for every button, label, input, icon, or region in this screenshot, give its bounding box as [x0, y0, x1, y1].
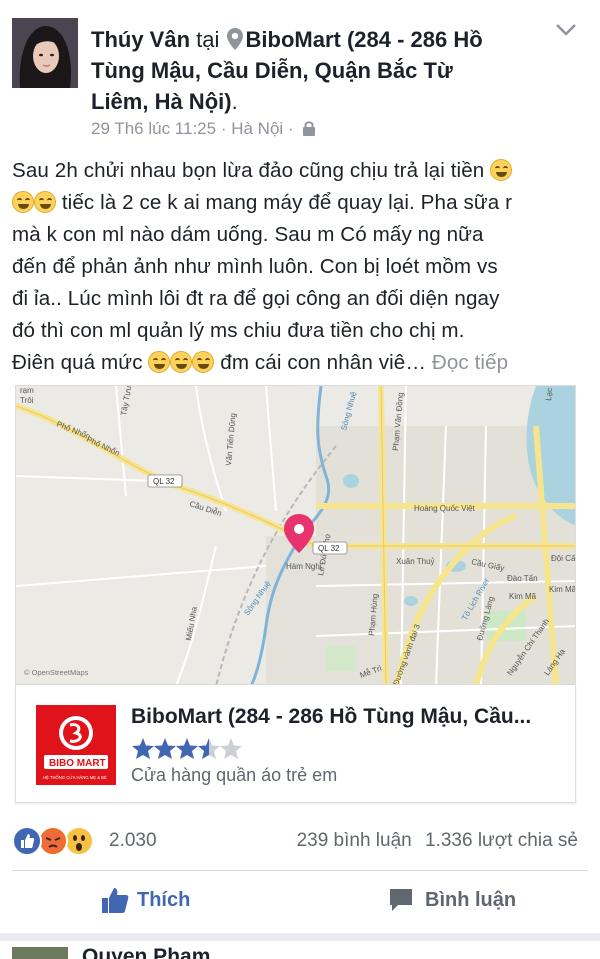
post-actions: Thích Bình luận	[0, 875, 600, 925]
location-pin-icon	[226, 28, 243, 50]
star-icon	[176, 738, 198, 759]
star-icon	[132, 738, 154, 759]
grin-emoji-icon	[12, 191, 34, 213]
feed-post: Thúy Vân tại BiboMart (284 - 286 Hồ Tùng …	[0, 0, 600, 933]
chevron-down-icon[interactable]	[555, 22, 577, 38]
at-word: tại	[196, 27, 220, 52]
ql32-shield: QL 32	[147, 474, 183, 488]
like-reaction-icon	[12, 826, 42, 856]
map-label: Đào Tấn	[507, 574, 538, 583]
next-author-name[interactable]: Quyen Pham	[82, 945, 210, 959]
body-line-1: Sau 2h chửi nhau bọn lừa đảo cũng chịu t…	[12, 155, 592, 187]
svg-text:QL 32: QL 32	[153, 477, 175, 486]
engagement-counts: 239 bình luận 1.336 lượt chia sẻ	[297, 830, 578, 852]
comment-count[interactable]: 239 bình luận	[297, 830, 412, 851]
body-line-4: đến để phản ảnh như mình luôn. Con bị lo…	[12, 255, 498, 278]
comment-button[interactable]: Bình luận	[388, 883, 516, 917]
laugh-emoji-icon	[148, 351, 171, 373]
body-line-3: mà k con ml nào dám uống. Sau m Có mấy n…	[12, 223, 484, 246]
bibomart-logo: BIBO MART HỆ THỐNG CỬA HÀNG MẸ & BÉ	[36, 705, 116, 785]
body-line-6: đó thì con ml quản lý ms chiu đưa tiền c…	[12, 319, 465, 342]
next-author-avatar[interactable]	[12, 947, 68, 959]
post-title-line: Thúy Vân tại BiboMart (284 - 286 Hồ Tùng …	[91, 27, 483, 114]
post-timestamp[interactable]: 29 Th6 lúc 11:25	[91, 119, 216, 138]
like-button[interactable]: Thích	[100, 883, 190, 917]
post-body: Sau 2h chửi nhau bọn lừa đảo cũng chịu t…	[12, 155, 592, 379]
wow-reaction-icon	[64, 826, 94, 856]
ql32-shield: QL 32	[312, 541, 348, 555]
thumbs-up-icon	[102, 888, 129, 913]
angry-reaction-icon	[38, 826, 68, 856]
svg-text:BIBO MART: BIBO MART	[49, 758, 106, 769]
star-icon	[154, 738, 176, 759]
divider	[12, 870, 588, 871]
svg-text:QL 32: QL 32	[318, 544, 340, 553]
lock-icon[interactable]	[302, 120, 316, 136]
reaction-count: 2.030	[109, 830, 157, 851]
body-line-2: tiếc là 2 ce k ai mang máy để quay lại. …	[12, 187, 592, 219]
map-label: Trôi	[20, 396, 34, 405]
comment-label: Bình luận	[425, 889, 517, 911]
post-meta: 29 Th6 lúc 11:25 · Hà Nội ·	[91, 118, 316, 140]
share-count[interactable]: 1.336 lượt chia sẻ	[425, 830, 578, 851]
post-header: Thúy Vân tại BiboMart (284 - 286 Hồ Tùng …	[0, 0, 600, 150]
star-icon	[198, 738, 220, 759]
grin-emoji-icon	[34, 191, 56, 213]
like-label: Thích	[137, 889, 191, 911]
map-label: Kim Mã	[549, 585, 576, 594]
read-more-link[interactable]: Đọc tiếp	[432, 351, 508, 374]
place-name[interactable]: BiboMart (284 - 286 Hồ Tùng Mậu, Cầu...	[131, 705, 571, 729]
place-card[interactable]: BIBO MART HỆ THỐNG CỬA HÀNG MẸ & BÉ Bibo…	[15, 685, 576, 803]
author-name[interactable]: Thúy Vân	[91, 27, 190, 52]
map-label: rạm	[20, 386, 34, 395]
map-label: Hoàng Quốc Việt	[414, 504, 476, 513]
author-avatar[interactable]	[12, 18, 78, 88]
post-place: Hà Nội	[231, 119, 284, 138]
laugh-emoji-icon	[192, 351, 215, 373]
grin-emoji-icon	[490, 159, 513, 181]
map-label: Đội Cấn	[551, 554, 576, 563]
body-line-5: đi ỉa.. Lúc mình lôi đt ra để gọi công a…	[12, 287, 500, 310]
map-attribution[interactable]: © OpenStreetMaps	[24, 668, 89, 677]
svg-text:HỆ THỐNG CỬA HÀNG MẸ & BÉ: HỆ THỐNG CỬA HÀNG MẸ & BÉ	[43, 775, 107, 780]
meta-separator-2: ·	[287, 119, 294, 138]
location-map[interactable]: rạm Trôi Phố Nhổn Phố Nhổn Tây Tựu Văn T…	[15, 385, 576, 685]
place-category: Cửa hàng quần áo trẻ em	[131, 765, 338, 785]
body-line-7: Điên quá mức đm cái con nhân viê… Đọc ti…	[12, 351, 509, 374]
map-label: Kim Mã	[509, 592, 537, 601]
star-rating	[132, 738, 242, 759]
laugh-emoji-icon	[170, 351, 193, 373]
meta-separator: ·	[220, 119, 227, 138]
next-post: Quyen Pham	[0, 933, 600, 959]
map-label: Xuân Thuỷ	[396, 557, 435, 566]
comment-icon	[390, 889, 412, 911]
star-icon	[220, 738, 242, 759]
